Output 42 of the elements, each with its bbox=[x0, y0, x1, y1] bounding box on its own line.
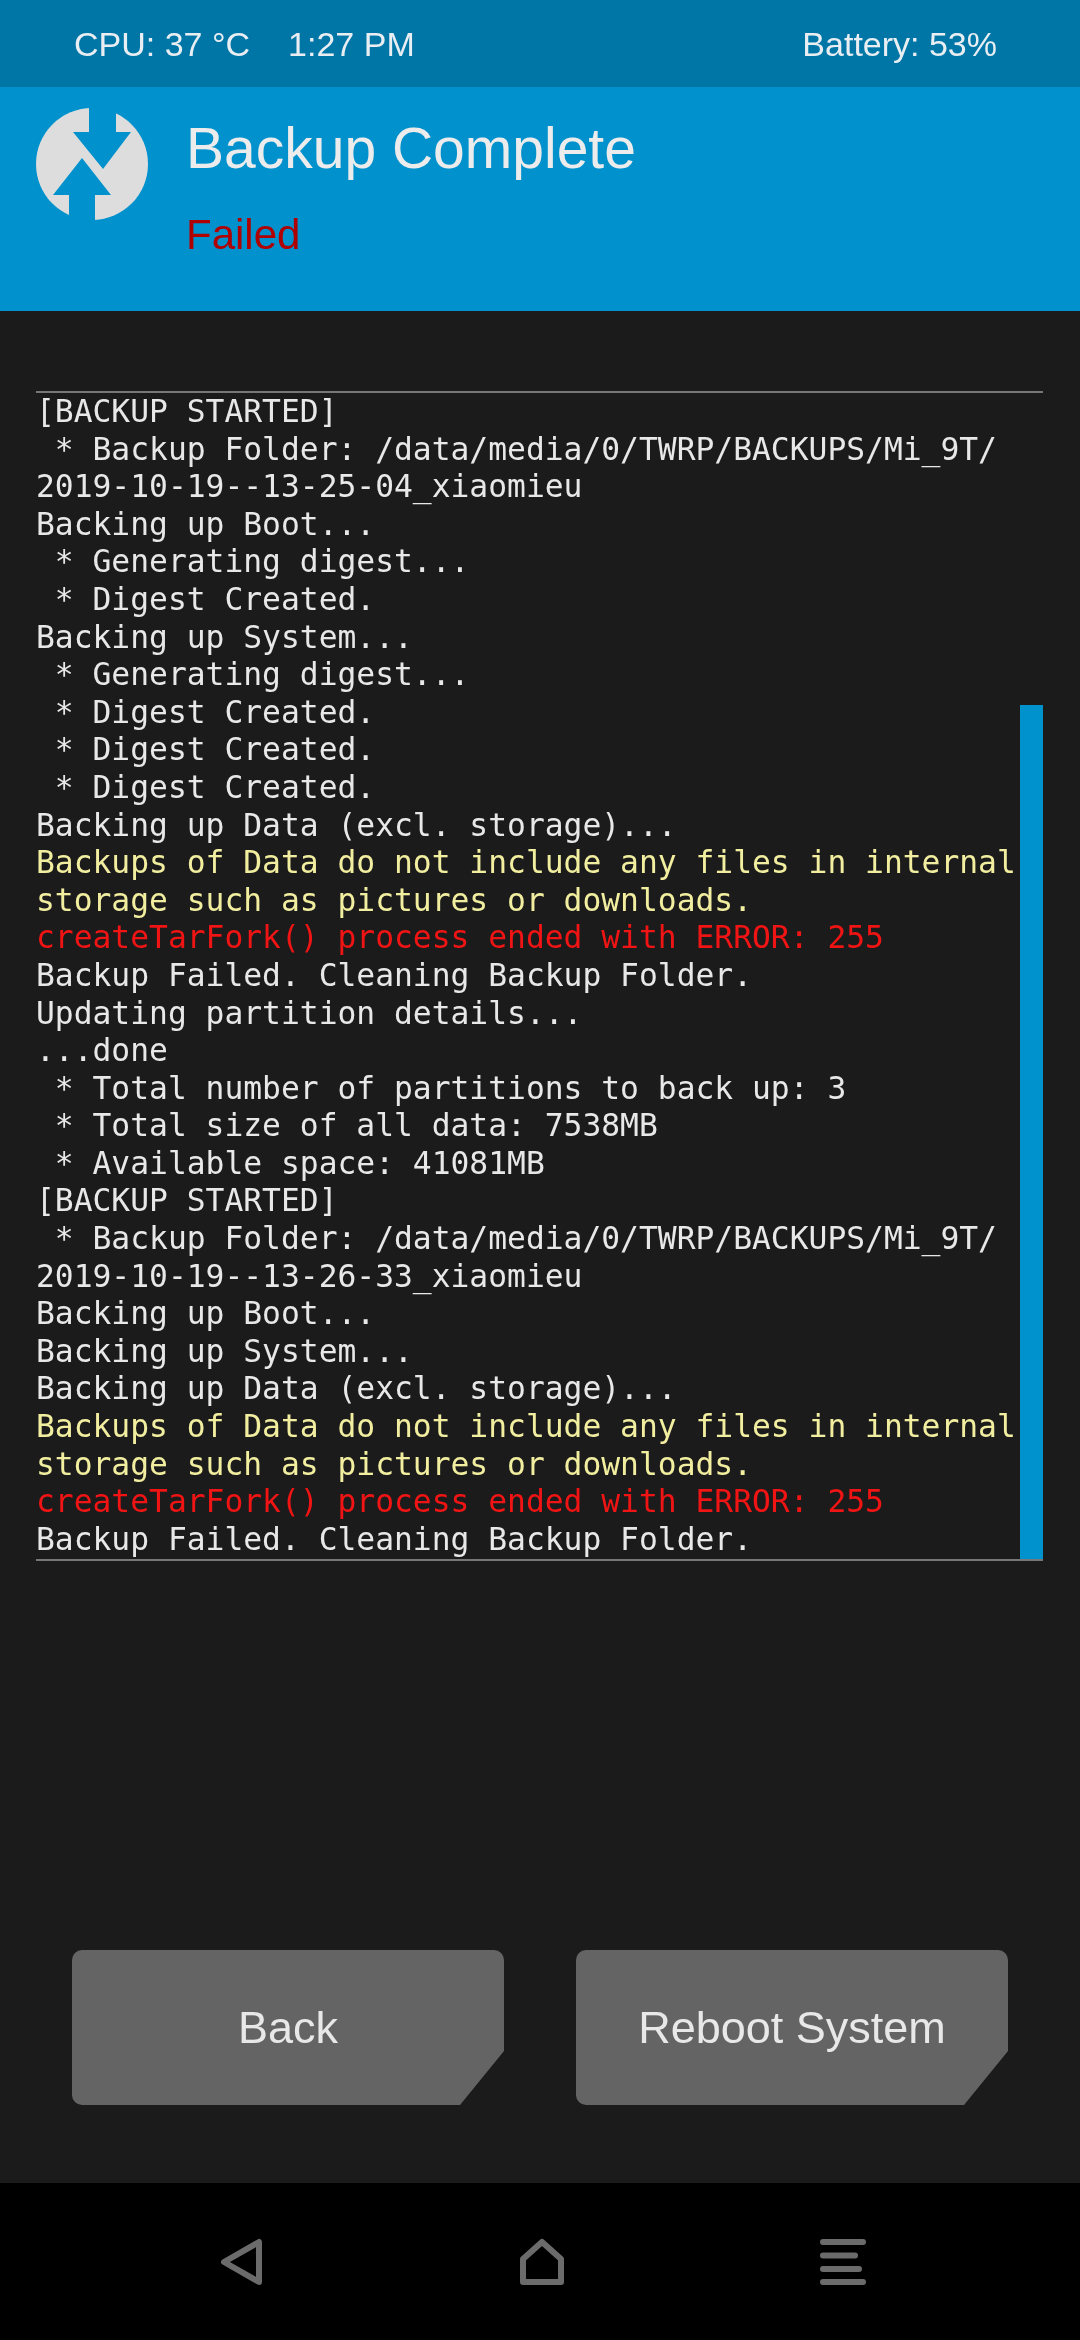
log-line: Backing up System... bbox=[36, 618, 414, 657]
log-line: * Total size of all data: 7538MB bbox=[53, 1107, 659, 1145]
log-line: Backing up System... bbox=[36, 1332, 414, 1371]
home-icon[interactable] bbox=[519, 2237, 565, 2286]
log-line: ...done bbox=[36, 1032, 169, 1070]
log-line: * Generating digest... bbox=[53, 543, 471, 581]
log-line: * Backup Folder: /data/media/0/TWRP/BACKUPS/Mi_9T/ bbox=[53, 1220, 998, 1258]
log-line: * Digest Created. bbox=[53, 693, 377, 732]
log-line: * Total number of partitions to back up: 3 bbox=[53, 1069, 848, 1108]
log-line: * Backup Folder: /data/media/0/TWRP/BACKUPS/Mi_9T/ bbox=[53, 430, 998, 469]
reboot-system-button[interactable]: Reboot System bbox=[576, 1950, 1008, 2105]
error-line: createTarFork() process ended with ERROR: 255 bbox=[36, 919, 885, 957]
back-button[interactable]: Back bbox=[72, 1950, 504, 2105]
log-line: Backup Failed. Cleaning Backup Folder. bbox=[36, 1520, 753, 1559]
clock: 1:27 PM bbox=[288, 26, 415, 61]
log-line: 2019-10-19--13-26-33_xiaomieu bbox=[36, 1257, 584, 1296]
warning-line: Backups of Data do not include any files in internal bbox=[36, 1408, 1017, 1446]
log-line: Backing up Data (excl. storage)... bbox=[36, 1370, 678, 1409]
battery-level: Battery: 53% bbox=[802, 26, 997, 61]
scrollbar-thumb[interactable] bbox=[1020, 705, 1043, 1559]
error-line: createTarFork() process ended with ERROR: 255 bbox=[36, 1483, 885, 1521]
log-line: Backing up Data (excl. storage)... bbox=[36, 806, 678, 845]
logo-icon bbox=[36, 108, 148, 220]
warning-line: storage such as pictures or downloads. bbox=[36, 881, 753, 920]
log-line: * Digest Created. bbox=[53, 580, 377, 619]
warning-line: Backups of Data do not include any files in internal bbox=[36, 844, 1017, 882]
back-icon[interactable] bbox=[220, 2237, 264, 2286]
log-line: * Available space: 41081MB bbox=[53, 1144, 546, 1183]
log-line: Updating partition details... bbox=[36, 994, 584, 1033]
warning-line: storage such as pictures or downloads. bbox=[36, 1445, 753, 1484]
log-line: [BACKUP STARTED] bbox=[36, 1182, 339, 1221]
result-status: Failed bbox=[186, 214, 302, 256]
log-line: Backup Failed. Cleaning Backup Folder. bbox=[36, 956, 753, 995]
log-line: * Digest Created. bbox=[53, 731, 377, 769]
log-line: * Generating digest... bbox=[53, 656, 471, 694]
log-line: * Digest Created. bbox=[53, 768, 377, 807]
menu-icon[interactable] bbox=[820, 2238, 866, 2285]
cpu-temperature: CPU: 37 °C bbox=[74, 26, 251, 61]
log-line: 2019-10-19--13-25-04_xiaomieu bbox=[36, 468, 584, 506]
log-line: Backing up Boot... bbox=[36, 1295, 377, 1333]
log-line: [BACKUP STARTED] bbox=[36, 393, 339, 431]
log-line: Backing up Boot... bbox=[36, 505, 377, 544]
